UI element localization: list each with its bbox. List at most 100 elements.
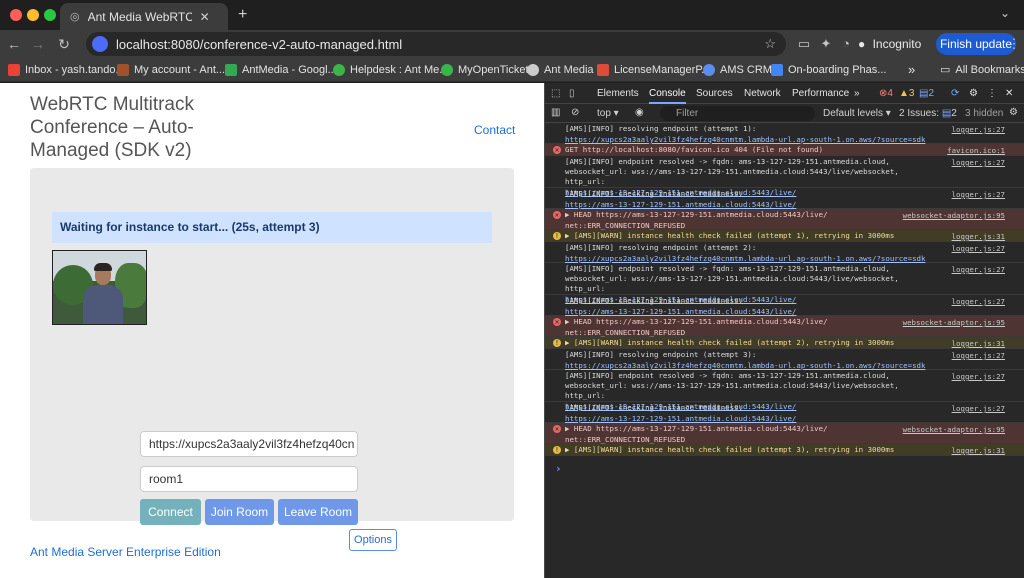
console-row[interactable]: ✕ GET http://localhost:8080/favicon.ico 4… <box>545 144 1024 156</box>
device-toolbar-icon[interactable]: ▯ <box>569 88 575 99</box>
source-link[interactable]: logger.js:27 <box>952 158 1005 168</box>
source-link[interactable]: logger.js:27 <box>952 404 1005 414</box>
close-devtools-icon[interactable]: ✕ <box>1005 88 1013 99</box>
close-window-button[interactable] <box>10 9 22 21</box>
tab-title: Ant Media WebRTC Confe <box>87 9 192 24</box>
source-link[interactable]: logger.js:27 <box>952 297 1005 307</box>
footer-link[interactable]: Ant Media Server Enterprise Edition <box>30 545 221 559</box>
console-row[interactable]: [AMS][INFO] endpoint resolved -> fqdn: a… <box>545 156 1024 197</box>
endpoint-input[interactable]: https://xupcs2a3aaly2vil3fz4hefzq40cn <box>140 431 358 457</box>
tab-network[interactable]: Network <box>744 88 781 99</box>
settings-icon[interactable]: ⚙ <box>969 88 978 99</box>
source-link[interactable]: logger.js:27 <box>952 265 1005 275</box>
source-link[interactable]: logger.js:27 <box>952 125 1005 135</box>
issues-button[interactable]: 2 Issues: ▤2 <box>899 108 957 119</box>
source-link[interactable]: logger.js:27 <box>952 372 1005 382</box>
console-row[interactable]: ! ▶ [AMS][WARN] instance health check fai… <box>545 337 1024 349</box>
browser-tab[interactable]: ◎ Ant Media WebRTC Confe ✕ <box>60 3 228 30</box>
console-row[interactable]: [AMS][INFO] resolving endpoint (attempt … <box>545 242 1024 263</box>
connect-button[interactable]: Connect <box>140 499 201 525</box>
error-count-badge[interactable]: ⊗4 <box>879 88 893 99</box>
globe-icon: ◎ <box>70 11 80 23</box>
source-link[interactable]: websocket-adaptor.js:95 <box>903 211 1005 221</box>
bookmark-item[interactable]: My account - Ant... <box>117 62 225 78</box>
all-bookmarks[interactable]: ▭ All Bookmarks <box>940 62 1024 78</box>
console-row[interactable]: [AMS][INFO] checking instance readiness:… <box>545 295 1024 316</box>
warning-count-badge[interactable]: ▲3 <box>899 88 914 99</box>
gmail-icon <box>8 64 20 76</box>
console-row[interactable]: [AMS][INFO] checking instance readiness:… <box>545 402 1024 423</box>
new-tab-button[interactable]: + <box>238 6 247 24</box>
clear-console-icon[interactable]: ⊘ <box>571 107 579 118</box>
inspect-icon[interactable]: ⬚ <box>551 88 560 99</box>
bookmark-item[interactable]: Ant Media <box>527 62 594 78</box>
reload-icon[interactable]: ↻ <box>54 34 74 54</box>
forward-icon[interactable]: → <box>28 34 48 54</box>
tab-console[interactable]: Console <box>649 88 686 104</box>
source-link[interactable]: favicon.ico:1 <box>947 146 1005 156</box>
sidebar-toggle-icon[interactable]: ▥ <box>551 107 560 118</box>
console-row[interactable]: [AMS][INFO] endpoint resolved -> fqdn: a… <box>545 263 1024 304</box>
source-link[interactable]: logger.js:27 <box>952 190 1005 200</box>
bookmark-item[interactable]: On-boarding Phas... <box>771 62 886 78</box>
more-tabs-icon[interactable]: » <box>854 88 860 99</box>
source-link[interactable]: logger.js:27 <box>952 351 1005 361</box>
incognito-indicator[interactable]: ● Incognito <box>858 33 930 55</box>
console-row[interactable]: ! ▶ [AMS][WARN] instance health check fai… <box>545 444 1024 456</box>
github-icon <box>527 64 539 76</box>
contact-link[interactable]: Contact <box>474 123 515 137</box>
log-levels-dropdown[interactable]: Default levels ▾ <box>823 108 891 119</box>
leave-room-button[interactable]: Leave Room <box>278 499 358 525</box>
console-row[interactable]: ✕ ▶ HEAD https://ams-13-127-129-151.antme… <box>545 423 1024 444</box>
source-link[interactable]: websocket-adaptor.js:95 <box>903 425 1005 435</box>
context-selector[interactable]: top ▾ <box>597 108 619 119</box>
console-message: ▶ [AMS][WARN] instance health check fail… <box>565 338 895 347</box>
more-bookmarks-icon[interactable]: » <box>908 62 915 78</box>
cast-icon[interactable]: ▭ <box>796 36 812 52</box>
room-input[interactable]: room1 <box>140 466 358 492</box>
profile-icon[interactable]: ◔ <box>838 36 854 52</box>
eye-icon[interactable]: ◉ <box>635 107 644 118</box>
more-options-icon[interactable]: ⋮ <box>987 88 997 99</box>
join-room-button[interactable]: Join Room <box>205 499 274 525</box>
console-row[interactable]: [AMS][INFO] resolving endpoint (attempt … <box>545 349 1024 370</box>
tab-performance[interactable]: Performance <box>792 88 849 99</box>
source-link[interactable]: logger.js:27 <box>952 244 1005 254</box>
source-link[interactable]: logger.js:31 <box>952 339 1005 349</box>
source-link[interactable]: websocket-adaptor.js:95 <box>903 318 1005 328</box>
menu-icon[interactable]: ⋮ <box>1006 36 1022 52</box>
bookmark-item[interactable]: Helpdesk : Ant Me... <box>333 62 448 78</box>
bookmark-item[interactable]: AntMedia - Googl... <box>225 62 337 78</box>
options-button[interactable]: Options <box>349 529 397 551</box>
issue-count-badge[interactable]: ▤2 <box>919 88 934 99</box>
source-link[interactable]: logger.js:31 <box>952 446 1005 456</box>
warning-icon: ! <box>553 339 561 347</box>
tab-sources[interactable]: Sources <box>696 88 733 99</box>
bookmark-item[interactable]: Inbox - yash.tando... <box>8 62 125 78</box>
star-icon[interactable]: ☆ <box>764 36 776 52</box>
minimize-window-button[interactable] <box>27 9 39 21</box>
site-info-icon[interactable] <box>92 36 108 52</box>
console-row[interactable]: ✕ ▶ HEAD https://ams-13-127-129-151.antme… <box>545 209 1024 230</box>
bookmark-item[interactable]: MyOpenTickets <box>441 62 534 78</box>
console-settings-icon[interactable]: ⚙ <box>1009 107 1018 118</box>
console-row[interactable]: [AMS][INFO] checking instance readiness:… <box>545 188 1024 209</box>
console-prompt[interactable]: › <box>555 462 562 475</box>
console-row[interactable]: ✕ ▶ HEAD https://ams-13-127-129-151.antme… <box>545 316 1024 337</box>
chevron-down-icon[interactable]: ⌄ <box>1000 6 1010 20</box>
bookmark-item[interactable]: LicenseManagerP... <box>597 62 710 78</box>
bookmark-item[interactable]: AMS CRM <box>703 62 772 78</box>
maximize-window-button[interactable] <box>44 9 56 21</box>
finish-update-button[interactable]: Finish update <box>936 33 1016 55</box>
source-link[interactable]: logger.js:31 <box>952 232 1005 242</box>
console-row[interactable]: [AMS][INFO] endpoint resolved -> fqdn: a… <box>545 370 1024 411</box>
filter-input[interactable]: Filter <box>660 106 815 121</box>
address-bar[interactable]: localhost:8080/conference-v2-auto-manage… <box>86 32 786 56</box>
tab-elements[interactable]: Elements <box>597 88 639 99</box>
console-row[interactable]: ! ▶ [AMS][WARN] instance health check fai… <box>545 230 1024 242</box>
close-icon[interactable]: ✕ <box>200 10 210 24</box>
sync-icon[interactable]: ⟳ <box>951 88 959 99</box>
console-row[interactable]: [AMS][INFO] resolving endpoint (attempt … <box>545 123 1024 144</box>
back-icon[interactable]: ← <box>4 34 24 54</box>
extension-icon[interactable]: ✦ <box>818 36 834 52</box>
